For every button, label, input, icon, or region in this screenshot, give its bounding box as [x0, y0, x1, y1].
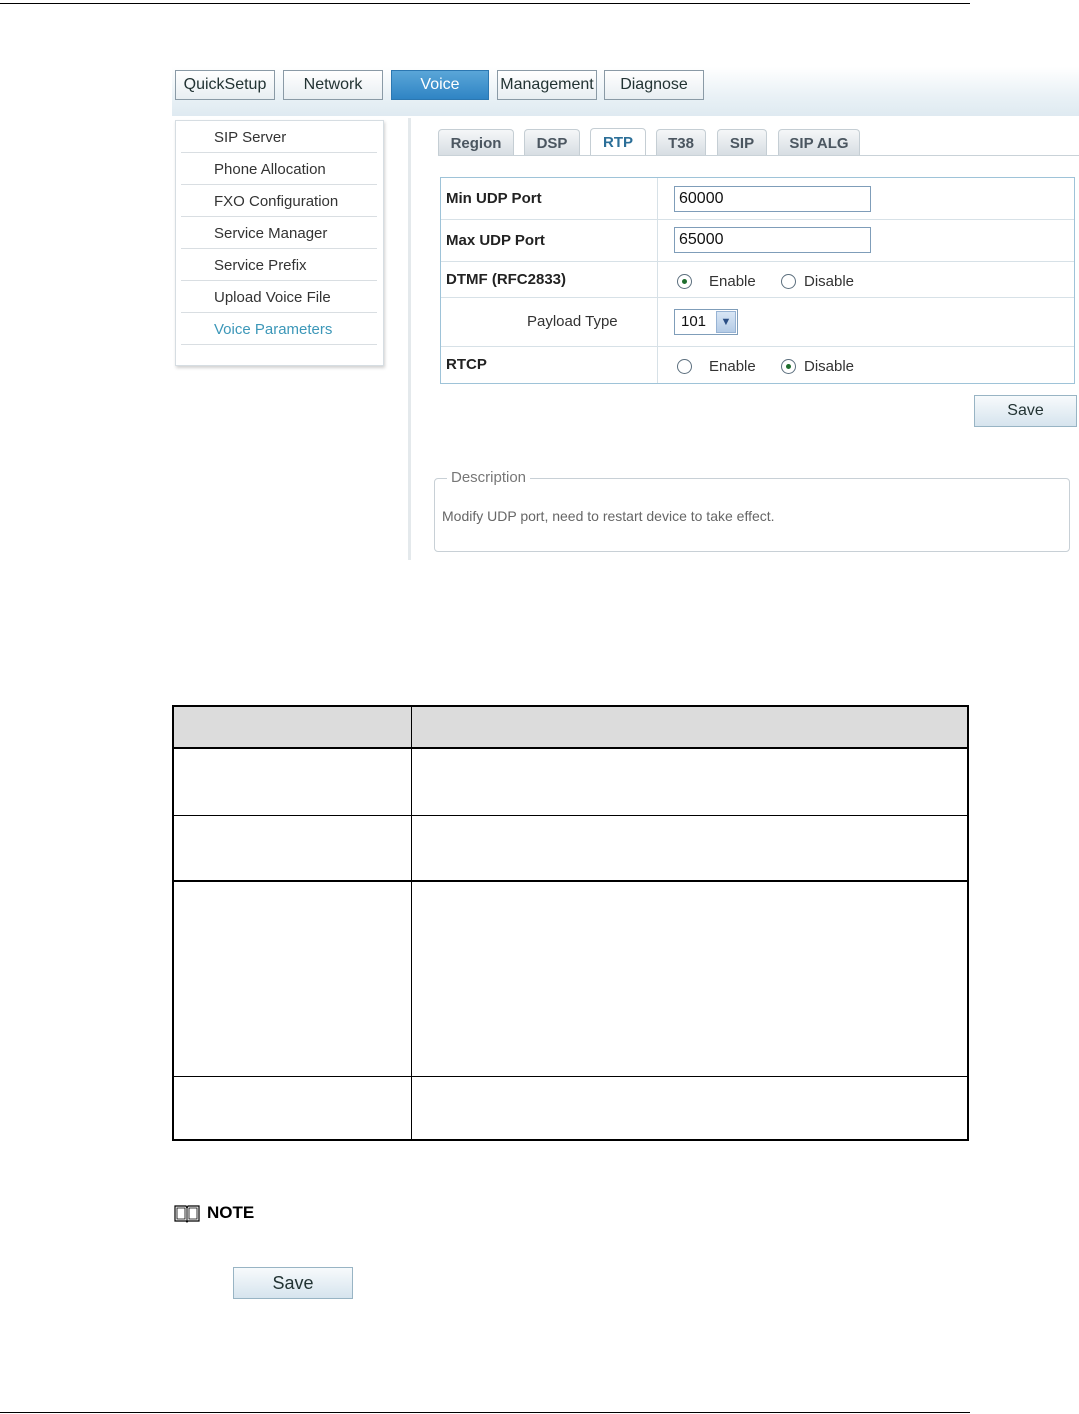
subtab-baseline: [438, 155, 1079, 156]
rtcp-label: RTCP: [446, 356, 487, 373]
menu-item-fxo-configuration[interactable]: FXO Configuration: [181, 186, 377, 217]
rtp-settings-form: Min UDP Port Max UDP Port DTMF (RFC2833)…: [440, 177, 1075, 384]
ui-screenshot: QuickSetup Network Voice Management Diag…: [172, 67, 1079, 560]
row-max-udp-port: Max UDP Port: [441, 220, 1074, 262]
description-box: Description Modify UDP port, need to res…: [434, 469, 1070, 552]
min-udp-port-input[interactable]: [674, 186, 871, 212]
save-button[interactable]: Save: [974, 395, 1077, 427]
subtab-sip-alg[interactable]: SIP ALG: [778, 129, 860, 155]
table-row-separator: [174, 880, 967, 882]
table-header-row: [174, 707, 967, 749]
content-divider: [408, 118, 411, 560]
subtab-rtp[interactable]: RTP: [590, 128, 646, 156]
header-rule: [0, 3, 970, 4]
max-udp-port-label: Max UDP Port: [446, 232, 545, 249]
tab-voice[interactable]: Voice: [391, 70, 489, 100]
description-legend: Description: [447, 469, 531, 486]
tab-diagnose[interactable]: Diagnose: [604, 70, 704, 100]
parameter-table: [172, 705, 969, 1141]
subtab-region[interactable]: Region: [438, 129, 514, 155]
rtcp-enable-label: Enable: [709, 358, 756, 375]
max-udp-port-input[interactable]: [674, 227, 871, 253]
row-payload-type: Payload Type 101 ▼: [441, 298, 1074, 347]
tab-management[interactable]: Management: [497, 70, 597, 100]
menu-item-voice-parameters[interactable]: Voice Parameters: [181, 314, 377, 345]
payload-type-label: Payload Type: [527, 313, 618, 330]
table-row-separator: [174, 1076, 967, 1077]
subtab-dsp[interactable]: DSP: [524, 129, 580, 155]
save-button-illustration: Save: [233, 1267, 353, 1299]
dtmf-disable-label: Disable: [804, 273, 855, 290]
tab-network[interactable]: Network: [283, 70, 383, 100]
row-dtmf: DTMF (RFC2833) Enable Disable: [441, 262, 1074, 298]
menu-item-sip-server[interactable]: SIP Server: [181, 122, 377, 153]
subtab-t38[interactable]: T38: [656, 129, 706, 155]
footer-rule: [0, 1412, 970, 1413]
dtmf-enable-label: Enable: [709, 273, 756, 290]
rtcp-disable-label: Disable: [804, 358, 855, 375]
table-row-separator: [174, 815, 967, 816]
payload-type-value: 101: [681, 313, 707, 330]
main-navigation-bar: QuickSetup Network Voice Management Diag…: [172, 67, 1079, 116]
row-min-udp-port: Min UDP Port: [441, 178, 1074, 220]
rtcp-enable-radio[interactable]: [677, 359, 692, 374]
menu-item-service-prefix[interactable]: Service Prefix: [181, 250, 377, 281]
menu-item-service-manager[interactable]: Service Manager: [181, 218, 377, 249]
table-column-divider: [411, 707, 412, 1139]
note-label: NOTE: [207, 1203, 255, 1222]
dtmf-disable-radio[interactable]: [781, 274, 796, 289]
voice-side-menu: SIP Server Phone Allocation FXO Configur…: [175, 120, 384, 366]
menu-item-upload-voice-file[interactable]: Upload Voice File: [181, 282, 377, 313]
tab-quicksetup[interactable]: QuickSetup: [175, 70, 275, 100]
rtcp-disable-radio[interactable]: [781, 359, 796, 374]
book-icon: [174, 1205, 200, 1223]
row-rtcp: RTCP Enable Disable: [441, 347, 1074, 383]
dtmf-enable-radio[interactable]: [677, 274, 692, 289]
chevron-down-icon[interactable]: ▼: [716, 311, 736, 333]
dtmf-label: DTMF (RFC2833): [446, 271, 567, 288]
payload-type-select[interactable]: 101 ▼: [674, 309, 738, 335]
min-udp-port-label: Min UDP Port: [446, 190, 542, 207]
note-heading: NOTE: [173, 1202, 254, 1224]
subtab-sip[interactable]: SIP: [717, 129, 767, 155]
menu-item-phone-allocation[interactable]: Phone Allocation: [181, 154, 377, 185]
description-text: Modify UDP port, need to restart device …: [442, 508, 775, 524]
